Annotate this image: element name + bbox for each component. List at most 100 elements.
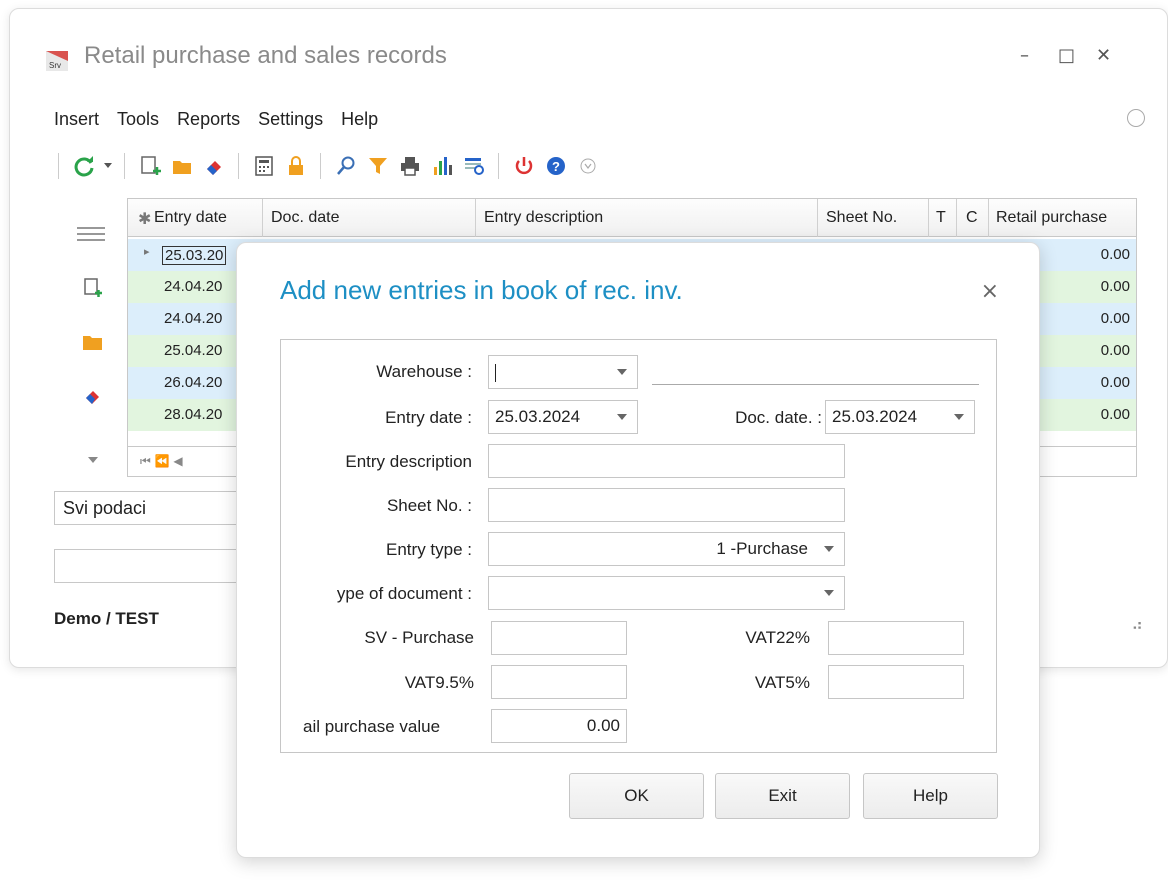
window-title: Retail purchase and sales records: [84, 42, 447, 69]
retail-purchase-value-input[interactable]: 0.00: [491, 709, 627, 743]
column-entry-date[interactable]: Entry date: [154, 209, 227, 227]
svg-text:?: ?: [552, 159, 560, 174]
chart-icon[interactable]: [429, 153, 455, 179]
print-icon[interactable]: [397, 153, 423, 179]
filter-icon[interactable]: [365, 153, 391, 179]
dialog-title: Add new entries in book of rec. inv.: [280, 275, 683, 305]
power-icon[interactable]: [511, 153, 537, 179]
entry-date-label: Entry date :: [385, 408, 472, 427]
chevron-down-icon: [617, 414, 627, 420]
resize-grip-icon[interactable]: ⠴: [1131, 615, 1143, 634]
menu-tools[interactable]: Tools: [117, 109, 159, 133]
entry-type-select[interactable]: 1 -Purchase: [488, 532, 845, 566]
toolbar: ?: [50, 149, 604, 183]
sheet-no-input[interactable]: [488, 488, 845, 522]
grid-header: ✱ Entry date Doc. date Entry description…: [128, 199, 1136, 237]
status-company: Demo / TEST: [54, 609, 159, 628]
cell-entry-date: 25.04.20: [164, 342, 223, 359]
cell-retail-purchase: 0.00: [1100, 374, 1130, 391]
toolbar-separator: [238, 153, 240, 179]
cell-entry-date: 24.04.20: [164, 310, 223, 327]
type-of-document-select[interactable]: [488, 576, 845, 610]
entry-form-group: Warehouse : Entry date : 25.03.2024 Doc.…: [280, 339, 997, 753]
warehouse-label: Warehouse :: [376, 362, 472, 381]
minimize-button[interactable]: –: [1020, 45, 1029, 66]
vat22-input[interactable]: [828, 621, 964, 655]
app-logo-icon: Srv: [46, 51, 68, 71]
column-entry-description[interactable]: Entry description: [484, 209, 603, 227]
sheet-no-label: Sheet No. :: [386, 496, 472, 515]
new-document-icon[interactable]: [137, 153, 163, 179]
warehouse-select[interactable]: [488, 355, 638, 389]
cell-entry-date: 26.04.20: [164, 374, 223, 391]
entry-description-label: Entry description: [345, 452, 472, 471]
warehouse-name-line: [652, 384, 979, 385]
search-icon[interactable]: [333, 153, 359, 179]
column-c[interactable]: C: [966, 209, 978, 227]
cell-entry-date: 25.03.20: [162, 246, 227, 265]
menu-insert[interactable]: Insert: [54, 109, 99, 133]
svg-text:Srv: Srv: [49, 61, 61, 70]
open-folder-icon[interactable]: [169, 153, 195, 179]
chevron-down-icon: [824, 546, 834, 552]
calculator-icon[interactable]: [251, 153, 277, 179]
menu-lines-icon[interactable]: [76, 223, 106, 245]
ok-button[interactable]: OK: [569, 773, 704, 819]
cell-retail-purchase: 0.00: [1100, 406, 1130, 423]
column-doc-date[interactable]: Doc. date: [271, 209, 339, 227]
cell-retail-purchase: 0.00: [1100, 246, 1130, 263]
chevron-down-icon: [824, 590, 834, 596]
toolbar-separator: [58, 153, 60, 179]
eraser-icon[interactable]: [201, 153, 227, 179]
title-bar: Srv Retail purchase and sales records – …: [10, 9, 1167, 99]
menu-help[interactable]: Help: [341, 109, 378, 133]
lock-icon[interactable]: [283, 153, 309, 179]
filter-select[interactable]: Svi podaci: [54, 491, 264, 525]
menu-bar: Insert Tools Reports Settings Help: [54, 109, 378, 133]
side-panel: [54, 209, 124, 479]
column-retail-purchase[interactable]: Retail purchase: [996, 209, 1107, 227]
toolbar-separator: [320, 153, 322, 179]
exit-button[interactable]: Exit: [715, 773, 850, 819]
help-button[interactable]: Help: [863, 773, 998, 819]
sv-purchase-input[interactable]: [491, 621, 627, 655]
side-eraser-icon[interactable]: [82, 385, 104, 407]
dropdown-arrow-icon[interactable]: [103, 153, 113, 179]
refresh-icon[interactable]: [71, 153, 97, 179]
toolbar-separator: [124, 153, 126, 179]
column-sheet-no[interactable]: Sheet No.: [826, 209, 897, 227]
vat5-label: VAT5%: [754, 673, 810, 692]
entry-date-picker[interactable]: 25.03.2024: [488, 400, 638, 434]
more-options-icon[interactable]: [575, 153, 601, 179]
dialog-close-button[interactable]: ×: [981, 279, 999, 304]
vat95-input[interactable]: [491, 665, 627, 699]
side-open-folder-icon[interactable]: [82, 331, 104, 353]
side-new-document-icon[interactable]: [82, 277, 104, 299]
type-of-document-label: ype of document :: [336, 584, 472, 603]
row-indicator-icon: ▸: [144, 246, 150, 258]
cell-retail-purchase: 0.00: [1100, 310, 1130, 327]
doc-date-picker[interactable]: 25.03.2024: [825, 400, 975, 434]
entry-type-label: Entry type :: [386, 540, 472, 559]
menu-reports[interactable]: Reports: [177, 109, 240, 133]
side-chevron-down-icon[interactable]: [82, 449, 104, 471]
chevron-down-icon: [954, 414, 964, 420]
add-entries-dialog: Add new entries in book of rec. inv. × W…: [236, 242, 1040, 858]
cell-entry-date: 28.04.20: [164, 406, 223, 423]
entry-description-input[interactable]: [488, 444, 845, 478]
collapse-ribbon-icon[interactable]: [1127, 109, 1145, 127]
menu-settings[interactable]: Settings: [258, 109, 323, 133]
help-icon[interactable]: ?: [543, 153, 569, 179]
filter-input[interactable]: [54, 549, 264, 583]
vat5-input[interactable]: [828, 665, 964, 699]
toolbar-separator: [498, 153, 500, 179]
doc-date-label: Doc. date. :: [735, 408, 822, 427]
cell-retail-purchase: 0.00: [1100, 342, 1130, 359]
cell-entry-date: 24.04.20: [164, 278, 223, 295]
close-button[interactable]: ✕: [1096, 45, 1111, 66]
table-preview-icon[interactable]: [461, 153, 487, 179]
column-t[interactable]: T: [936, 209, 946, 227]
add-row-icon[interactable]: ✱: [138, 209, 151, 229]
maximize-button[interactable]: □: [1058, 45, 1075, 66]
chevron-down-icon: [617, 369, 627, 375]
